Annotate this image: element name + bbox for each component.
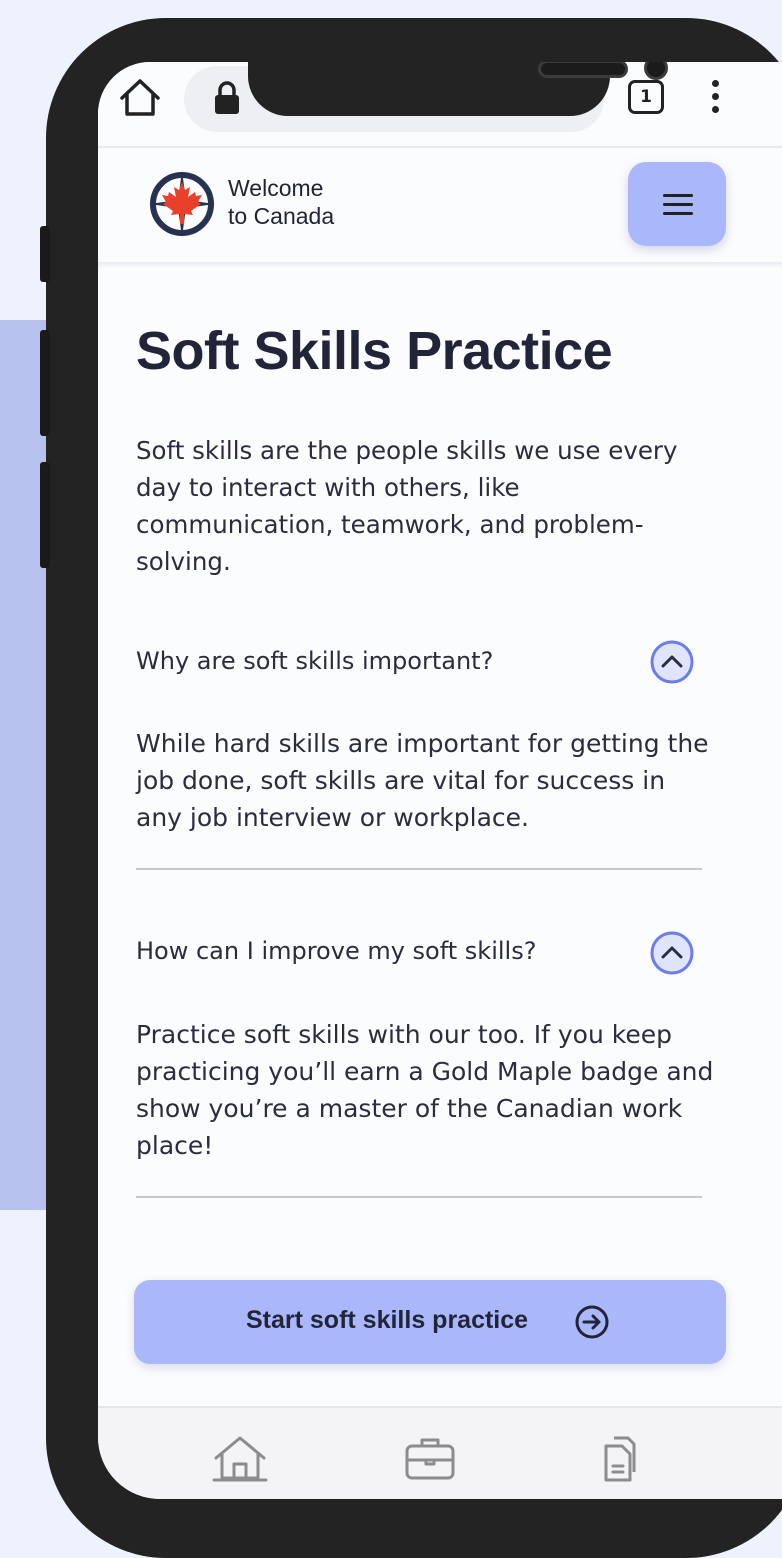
faq-divider (136, 868, 702, 870)
lock-icon (215, 81, 239, 114)
home-icon[interactable] (118, 76, 162, 120)
header-shadow (98, 262, 782, 268)
arrow-right-circle-icon (575, 1305, 609, 1339)
home-icon[interactable] (212, 1434, 268, 1484)
phone-side-button (40, 226, 50, 282)
faq-question-2[interactable]: How can I improve my soft skills? (136, 937, 536, 965)
brand-name: Welcome to Canada (228, 174, 428, 230)
speaker-grille (538, 62, 628, 78)
phone-notch (248, 62, 668, 116)
kebab-menu-icon[interactable] (712, 80, 720, 120)
phone-side-button (40, 330, 50, 436)
intro-text: Soft skills are the people skills we use… (136, 436, 678, 576)
start-practice-label: Start soft skills practice (246, 1306, 529, 1334)
faq-answer-2: Practice soft skills with our too. If yo… (136, 1020, 714, 1160)
tabs-icon[interactable]: 1 (628, 80, 664, 114)
brand-line-2: to Canada (228, 203, 335, 229)
chevron-up-icon[interactable] (649, 639, 695, 685)
hamburger-icon-bar (663, 203, 693, 206)
hamburger-icon (663, 194, 693, 197)
page-title: Soft Skills Practice (136, 321, 613, 381)
maple-leaf-compass-logo[interactable] (148, 170, 216, 238)
hamburger-icon-bar (663, 212, 693, 215)
faq-answer-1: While hard skills are important for gett… (136, 729, 709, 832)
hamburger-menu-button[interactable] (628, 162, 726, 246)
documents-icon[interactable] (592, 1434, 648, 1484)
phone-screen: 1 Welcome to Canada Soft Skills Practice… (98, 62, 782, 1499)
bottom-nav (98, 1408, 782, 1499)
brand-line-1: Welcome (228, 175, 324, 201)
chevron-up-icon[interactable] (649, 930, 695, 976)
faq-divider (136, 1196, 702, 1198)
faq-question-1[interactable]: Why are soft skills important? (136, 647, 493, 675)
start-practice-button[interactable]: Start soft skills practice (134, 1280, 726, 1364)
briefcase-icon[interactable] (402, 1434, 458, 1484)
phone-side-button (40, 462, 50, 568)
